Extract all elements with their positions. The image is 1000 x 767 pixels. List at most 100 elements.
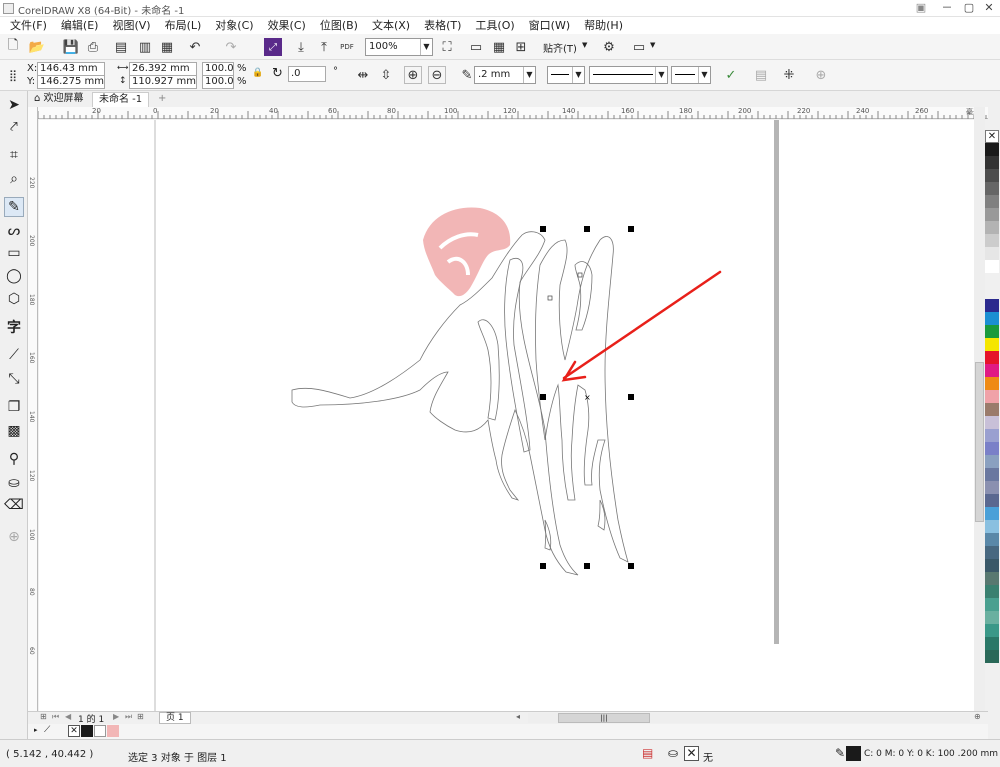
palette-swatch[interactable]: [985, 169, 999, 182]
pick-tool-icon[interactable]: ➤: [4, 95, 24, 115]
show-guidelines-icon[interactable]: ⊞: [512, 38, 530, 56]
palette-swatch[interactable]: [985, 572, 999, 585]
palette-swatch[interactable]: [985, 338, 999, 351]
redo-icon[interactable]: ↷: [222, 38, 240, 56]
add-page-after-icon[interactable]: ⊞: [137, 712, 144, 721]
palette-swatch[interactable]: [985, 585, 999, 598]
show-grid-icon[interactable]: ▦: [490, 38, 508, 56]
menu-table[interactable]: 表格(T): [420, 17, 465, 34]
lock-ratio-icon[interactable]: 🔒: [252, 68, 263, 78]
palette-swatch[interactable]: [985, 208, 999, 221]
shape-tool-icon[interactable]: ⤤: [4, 117, 24, 137]
add-tab-button[interactable]: +: [152, 92, 172, 107]
palette-eyedropper-icon[interactable]: ⟋: [44, 725, 50, 735]
application-launcher-icon[interactable]: ▭: [630, 38, 648, 56]
close-curve-icon[interactable]: ✓: [722, 66, 740, 84]
chevron-down-icon[interactable]: ▼: [650, 41, 655, 49]
save-icon[interactable]: 💾: [62, 38, 80, 56]
scale-y-field[interactable]: 100.0: [202, 75, 234, 89]
height-field[interactable]: 110.927 mm: [129, 75, 197, 89]
black-swatch[interactable]: [81, 725, 93, 737]
menu-effects[interactable]: 效果(C): [264, 17, 310, 34]
import-icon[interactable]: ⤓: [292, 38, 310, 56]
freehand-tool-icon[interactable]: ✎: [4, 197, 24, 217]
palette-swatch[interactable]: [985, 351, 999, 364]
palette-swatch[interactable]: [985, 533, 999, 546]
palette-swatch[interactable]: [985, 429, 999, 442]
palette-swatch[interactable]: [985, 546, 999, 559]
palette-swatch[interactable]: [985, 598, 999, 611]
palette-swatch[interactable]: [985, 364, 999, 377]
interactive-fill-tool-icon[interactable]: ⛀: [4, 473, 24, 493]
pink-swatch[interactable]: [107, 725, 119, 737]
menu-bitmaps[interactable]: 位图(B): [316, 17, 362, 34]
rectangle-tool-icon[interactable]: ▭: [4, 243, 24, 263]
account-icon[interactable]: ▣: [908, 0, 934, 17]
color-palette[interactable]: ✕: [985, 130, 1000, 710]
palette-swatch[interactable]: [985, 195, 999, 208]
scroll-thumb[interactable]: |||: [558, 713, 650, 723]
horizontal-ruler[interactable]: 20 0 20 40 60 80 100 120 140 160 180 200…: [38, 107, 988, 119]
next-page-icon[interactable]: ▶: [113, 712, 119, 721]
quick-customize-icon[interactable]: ⁜: [780, 66, 798, 84]
selection-handle[interactable]: [540, 563, 546, 569]
full-screen-icon[interactable]: ⛶: [438, 38, 456, 56]
export-icon[interactable]: ⤒: [315, 38, 333, 56]
add-page-before-icon[interactable]: ⊞: [40, 712, 47, 721]
palette-swatch[interactable]: [985, 416, 999, 429]
selection-handle[interactable]: [628, 226, 634, 232]
wrap-text-icon[interactable]: ▤: [752, 66, 770, 84]
line-style-select[interactable]: ▼: [589, 66, 668, 84]
palette-swatch[interactable]: [985, 182, 999, 195]
print-icon[interactable]: ⎙: [84, 38, 102, 56]
x-position-field[interactable]: 146.43 mm: [37, 62, 105, 76]
ellipse-tool-icon[interactable]: ◯: [4, 266, 24, 286]
palette-swatch[interactable]: [985, 637, 999, 650]
page-tab[interactable]: 页 1: [159, 712, 191, 724]
menu-layout[interactable]: 布局(L): [161, 17, 206, 34]
scroll-left-icon[interactable]: ◂: [516, 712, 520, 721]
polygon-tool-icon[interactable]: ⬡: [4, 289, 24, 309]
menu-help[interactable]: 帮助(H): [580, 17, 627, 34]
tab-document[interactable]: 未命名 -1: [92, 92, 150, 107]
color-proof-icon[interactable]: ▤: [642, 746, 653, 760]
transparency-tool-icon[interactable]: ▩: [4, 421, 24, 441]
menu-window[interactable]: 窗口(W): [525, 17, 574, 34]
mirror-vertical-icon[interactable]: ⇳: [377, 66, 395, 84]
palette-swatch[interactable]: [985, 390, 999, 403]
palette-swatch[interactable]: [985, 442, 999, 455]
palette-swatch[interactable]: [985, 559, 999, 572]
pink-head-shape[interactable]: [423, 207, 511, 297]
fill-none-swatch[interactable]: ✕: [684, 746, 699, 761]
selection-center-icon[interactable]: ×: [584, 393, 591, 402]
vertical-ruler[interactable]: 220 200 180 160 140 120 100 80 60: [28, 107, 38, 711]
drop-shadow-tool-icon[interactable]: ❐: [4, 397, 24, 417]
no-color-swatch[interactable]: ✕: [985, 130, 999, 143]
mirror-horizontal-icon[interactable]: ⇹: [354, 66, 372, 84]
connector-tool-icon[interactable]: ⤡: [4, 369, 24, 389]
end-arrow-select[interactable]: ▼: [671, 66, 711, 84]
palette-swatch[interactable]: [985, 468, 999, 481]
break-apart-icon[interactable]: ⊖: [428, 66, 446, 84]
palette-swatch[interactable]: [985, 611, 999, 624]
drawing-canvas[interactable]: ×: [39, 120, 976, 711]
snap-to-menu[interactable]: 贴齐(T): [543, 40, 577, 55]
menu-file[interactable]: 文件(F): [6, 17, 51, 34]
palette-swatch[interactable]: [985, 260, 999, 273]
menu-text[interactable]: 文本(X): [368, 17, 414, 34]
paste-icon[interactable]: ▦: [158, 38, 176, 56]
menu-object[interactable]: 对象(C): [211, 17, 257, 34]
white-swatch[interactable]: [94, 725, 106, 737]
outline-pen-icon[interactable]: ✎: [835, 746, 845, 760]
palette-swatch[interactable]: [985, 403, 999, 416]
palette-swatch[interactable]: [985, 520, 999, 533]
palette-swatch[interactable]: [985, 507, 999, 520]
palette-swatch[interactable]: [985, 247, 999, 260]
chevron-down-icon[interactable]: ▼: [582, 41, 587, 49]
combine-icon[interactable]: ⊕: [404, 66, 422, 84]
palette-swatch[interactable]: [985, 624, 999, 637]
menu-tools[interactable]: 工具(O): [471, 17, 518, 34]
outline-width-select[interactable]: .2 mm ▼: [474, 66, 536, 84]
menu-view[interactable]: 视图(V): [108, 17, 154, 34]
close-button[interactable]: ✕: [976, 0, 1000, 17]
